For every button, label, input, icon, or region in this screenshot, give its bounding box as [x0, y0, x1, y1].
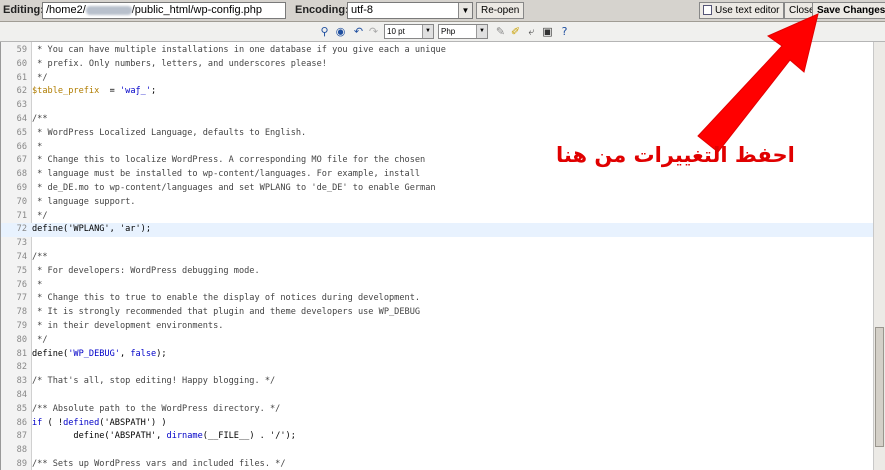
annotation-text: احفظ التغييرات من هنا — [556, 143, 795, 167]
red-arrow-icon — [697, 13, 819, 153]
